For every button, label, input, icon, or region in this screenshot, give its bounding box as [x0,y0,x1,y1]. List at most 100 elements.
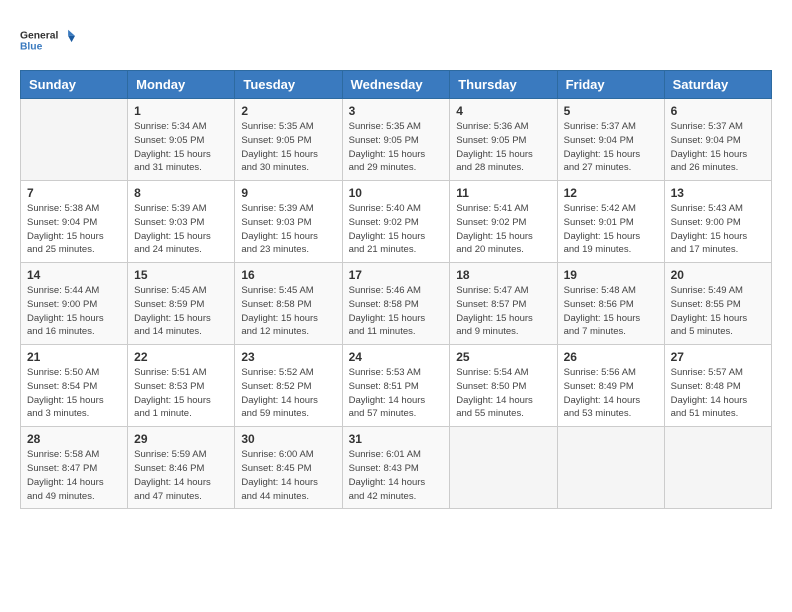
header-day-monday: Monday [128,71,235,99]
svg-text:General: General [20,31,58,42]
calendar-header: SundayMondayTuesdayWednesdayThursdayFrid… [21,71,772,99]
day-detail: Sunrise: 5:46 AMSunset: 8:58 PMDaylight:… [349,285,426,337]
day-detail: Sunrise: 5:39 AMSunset: 9:03 PMDaylight:… [134,203,211,255]
day-number: 4 [456,104,550,118]
day-detail: Sunrise: 5:37 AMSunset: 9:04 PMDaylight:… [671,121,748,173]
calendar-cell: 12 Sunrise: 5:42 AMSunset: 9:01 PMDayligh… [557,181,664,263]
calendar-cell: 15 Sunrise: 5:45 AMSunset: 8:59 PMDayligh… [128,263,235,345]
header-day-sunday: Sunday [21,71,128,99]
day-number: 18 [456,268,550,282]
calendar-cell: 17 Sunrise: 5:46 AMSunset: 8:58 PMDayligh… [342,263,450,345]
calendar-cell: 6 Sunrise: 5:37 AMSunset: 9:04 PMDaylight… [664,99,771,181]
day-detail: Sunrise: 5:42 AMSunset: 9:01 PMDaylight:… [564,203,641,255]
header-day-saturday: Saturday [664,71,771,99]
day-number: 8 [134,186,228,200]
header-day-wednesday: Wednesday [342,71,450,99]
day-number: 1 [134,104,228,118]
day-detail: Sunrise: 5:40 AMSunset: 9:02 PMDaylight:… [349,203,426,255]
day-number: 3 [349,104,444,118]
calendar-cell: 20Sunrise: 5:49 AMSunset: 8:55 PMDayligh… [664,263,771,345]
calendar-cell: 23 Sunrise: 5:52 AMSunset: 8:52 PMDayligh… [235,345,342,427]
calendar-body: 1 Sunrise: 5:34 AMSunset: 9:05 PMDaylight… [21,99,772,509]
calendar-cell: 24 Sunrise: 5:53 AMSunset: 8:51 PMDayligh… [342,345,450,427]
calendar-cell: 1 Sunrise: 5:34 AMSunset: 9:05 PMDaylight… [128,99,235,181]
day-detail: Sunrise: 5:34 AMSunset: 9:05 PMDaylight:… [134,121,211,173]
day-number: 27 [671,350,765,364]
day-number: 22 [134,350,228,364]
week-row-2: 14 Sunrise: 5:44 AMSunset: 9:00 PMDayligh… [21,263,772,345]
calendar-cell: 9 Sunrise: 5:39 AMSunset: 9:03 PMDaylight… [235,181,342,263]
logo-svg: General Blue [20,20,75,60]
calendar-cell: 26Sunrise: 5:56 AMSunset: 8:49 PMDayligh… [557,345,664,427]
day-number: 14 [27,268,121,282]
day-number: 6 [671,104,765,118]
day-detail: Sunrise: 5:41 AMSunset: 9:02 PMDaylight:… [456,203,533,255]
day-detail: Sunrise: 5:35 AMSunset: 9:05 PMDaylight:… [349,121,426,173]
header-day-friday: Friday [557,71,664,99]
calendar-cell: 30Sunrise: 6:00 AMSunset: 8:45 PMDayligh… [235,427,342,509]
day-detail: Sunrise: 5:54 AMSunset: 8:50 PMDaylight:… [456,367,533,419]
calendar-cell: 14 Sunrise: 5:44 AMSunset: 9:00 PMDayligh… [21,263,128,345]
day-detail: Sunrise: 5:47 AMSunset: 8:57 PMDaylight:… [456,285,533,337]
calendar-cell [664,427,771,509]
calendar-cell: 8 Sunrise: 5:39 AMSunset: 9:03 PMDaylight… [128,181,235,263]
day-number: 29 [134,432,228,446]
day-number: 23 [241,350,335,364]
day-number: 7 [27,186,121,200]
calendar-cell: 19 Sunrise: 5:48 AMSunset: 8:56 PMDayligh… [557,263,664,345]
day-number: 24 [349,350,444,364]
day-detail: Sunrise: 5:43 AMSunset: 9:00 PMDaylight:… [671,203,748,255]
calendar-cell: 27 Sunrise: 5:57 AMSunset: 8:48 PMDayligh… [664,345,771,427]
calendar-cell: 29Sunrise: 5:59 AMSunset: 8:46 PMDayligh… [128,427,235,509]
day-detail: Sunrise: 5:35 AMSunset: 9:05 PMDaylight:… [241,121,318,173]
day-detail: Sunrise: 5:45 AMSunset: 8:58 PMDaylight:… [241,285,318,337]
week-row-1: 7 Sunrise: 5:38 AMSunset: 9:04 PMDaylight… [21,181,772,263]
logo: General Blue [20,20,75,60]
day-detail: Sunrise: 5:58 AMSunset: 8:47 PMDaylight:… [27,449,104,501]
day-detail: Sunrise: 5:53 AMSunset: 8:51 PMDaylight:… [349,367,426,419]
calendar-cell [450,427,557,509]
calendar-cell: 18 Sunrise: 5:47 AMSunset: 8:57 PMDayligh… [450,263,557,345]
calendar-cell: 25 Sunrise: 5:54 AMSunset: 8:50 PMDayligh… [450,345,557,427]
day-number: 20 [671,268,765,282]
day-detail: Sunrise: 5:37 AMSunset: 9:04 PMDaylight:… [564,121,641,173]
week-row-0: 1 Sunrise: 5:34 AMSunset: 9:05 PMDaylight… [21,99,772,181]
day-number: 15 [134,268,228,282]
calendar-cell: 7 Sunrise: 5:38 AMSunset: 9:04 PMDaylight… [21,181,128,263]
day-detail: Sunrise: 5:48 AMSunset: 8:56 PMDaylight:… [564,285,641,337]
day-number: 5 [564,104,658,118]
day-number: 28 [27,432,121,446]
week-row-3: 21Sunrise: 5:50 AMSunset: 8:54 PMDayligh… [21,345,772,427]
day-detail: Sunrise: 5:52 AMSunset: 8:52 PMDaylight:… [241,367,318,419]
calendar-cell: 3 Sunrise: 5:35 AMSunset: 9:05 PMDaylight… [342,99,450,181]
calendar-cell: 31Sunrise: 6:01 AMSunset: 8:43 PMDayligh… [342,427,450,509]
calendar-cell: 28 Sunrise: 5:58 AMSunset: 8:47 PMDayligh… [21,427,128,509]
day-number: 25 [456,350,550,364]
header: General Blue [20,20,772,60]
day-detail: Sunrise: 5:57 AMSunset: 8:48 PMDaylight:… [671,367,748,419]
calendar-cell [21,99,128,181]
day-detail: Sunrise: 5:38 AMSunset: 9:04 PMDaylight:… [27,203,104,255]
header-day-thursday: Thursday [450,71,557,99]
calendar-cell: 16 Sunrise: 5:45 AMSunset: 8:58 PMDayligh… [235,263,342,345]
day-number: 10 [349,186,444,200]
day-detail: Sunrise: 5:45 AMSunset: 8:59 PMDaylight:… [134,285,211,337]
day-number: 11 [456,186,550,200]
day-detail: Sunrise: 5:39 AMSunset: 9:03 PMDaylight:… [241,203,318,255]
day-number: 12 [564,186,658,200]
header-row: SundayMondayTuesdayWednesdayThursdayFrid… [21,71,772,99]
day-number: 19 [564,268,658,282]
calendar-cell: 21Sunrise: 5:50 AMSunset: 8:54 PMDayligh… [21,345,128,427]
day-detail: Sunrise: 5:56 AMSunset: 8:49 PMDaylight:… [564,367,641,419]
day-number: 16 [241,268,335,282]
calendar-cell: 22 Sunrise: 5:51 AMSunset: 8:53 PMDayligh… [128,345,235,427]
day-detail: Sunrise: 6:00 AMSunset: 8:45 PMDaylight:… [241,449,318,501]
day-number: 17 [349,268,444,282]
day-number: 9 [241,186,335,200]
day-number: 21 [27,350,121,364]
day-number: 13 [671,186,765,200]
day-detail: Sunrise: 5:44 AMSunset: 9:00 PMDaylight:… [27,285,104,337]
calendar-cell: 11 Sunrise: 5:41 AMSunset: 9:02 PMDayligh… [450,181,557,263]
day-detail: Sunrise: 5:51 AMSunset: 8:53 PMDaylight:… [134,367,211,419]
calendar-cell: 4Sunrise: 5:36 AMSunset: 9:05 PMDaylight… [450,99,557,181]
